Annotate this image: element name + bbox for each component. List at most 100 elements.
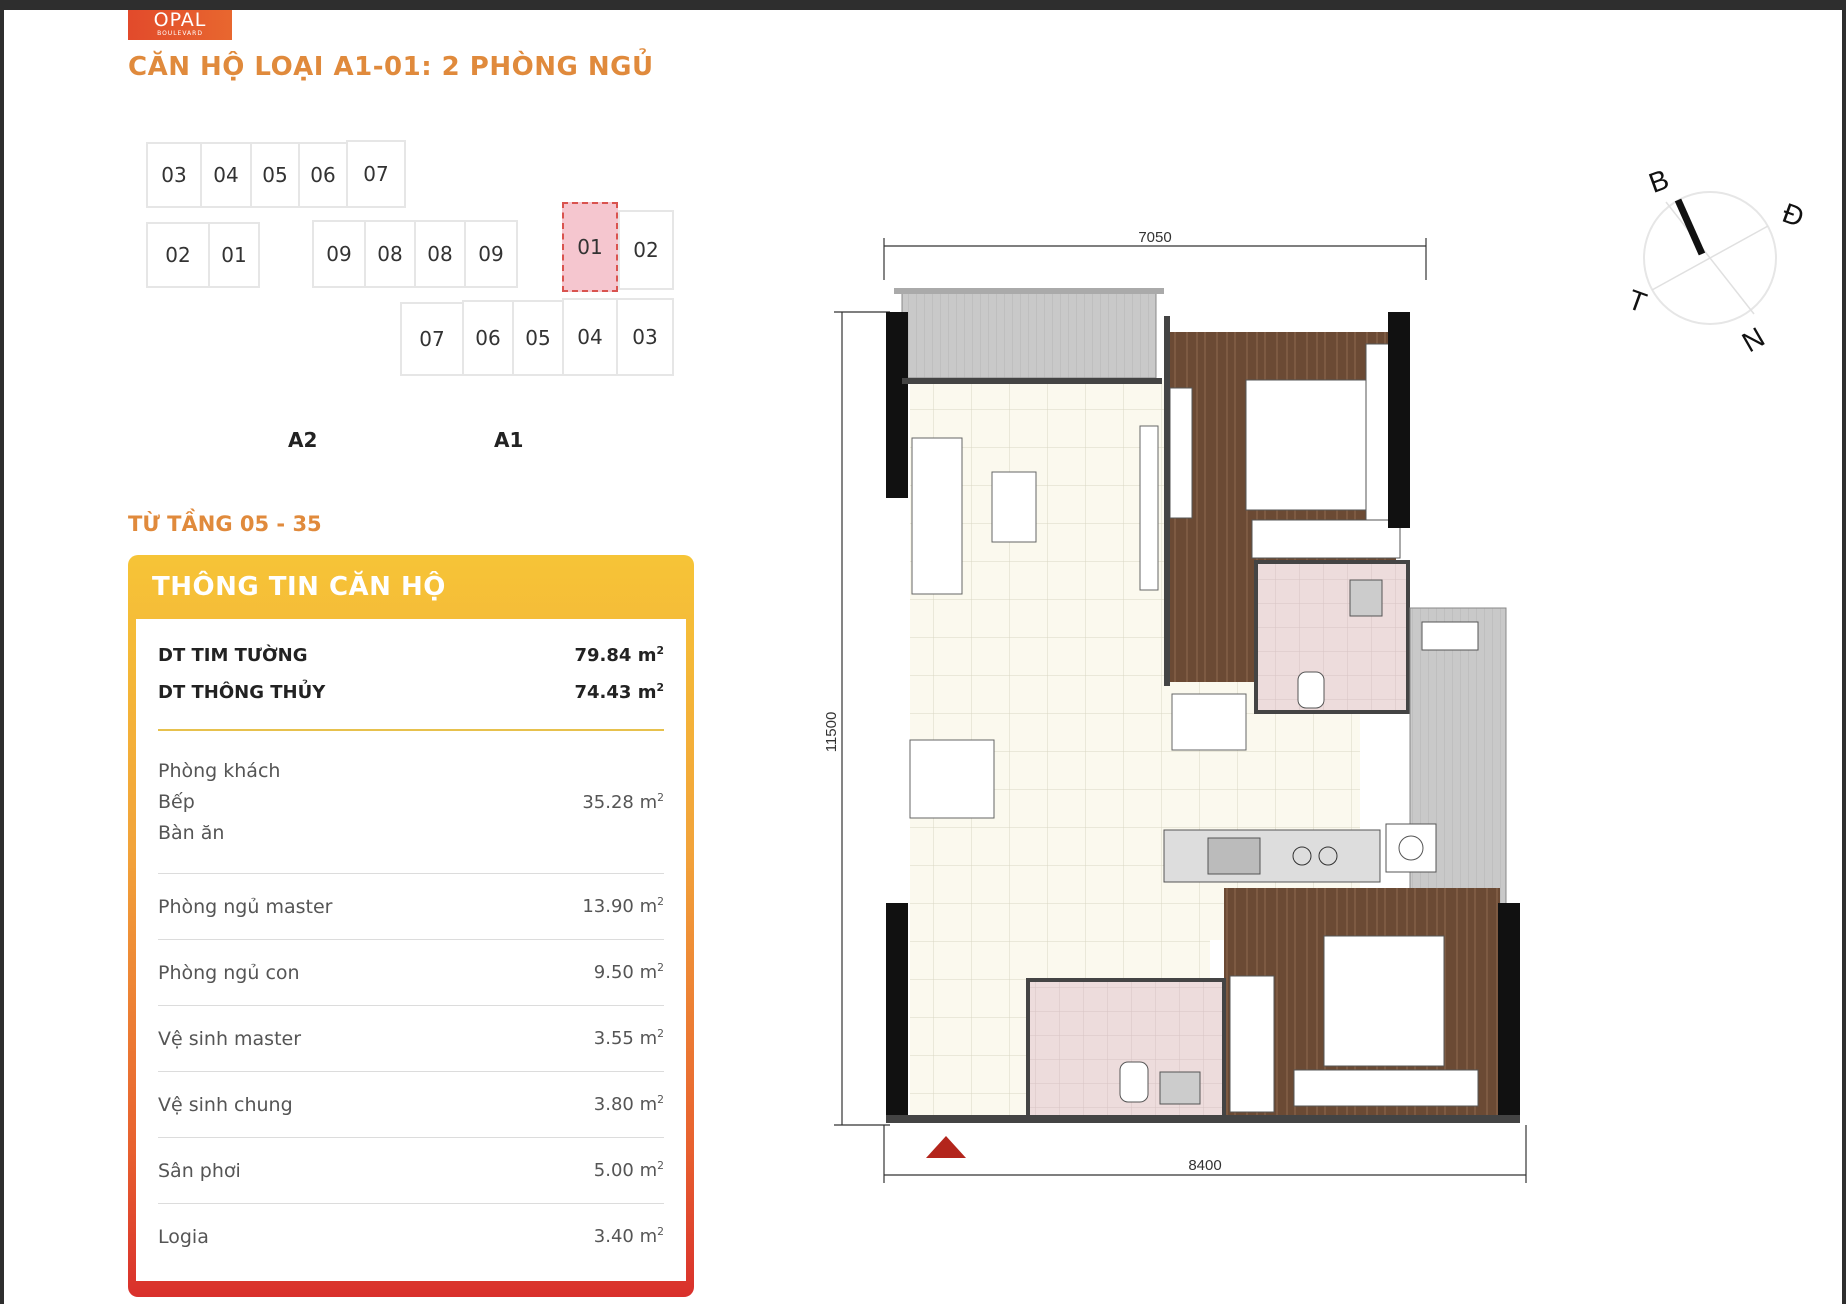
- floor-range: TỪ TẦNG 05 - 35: [128, 512, 322, 536]
- left-frame-bar: [0, 0, 4, 1304]
- entrance-marker-icon: [926, 1136, 966, 1158]
- block-label-a1: A1: [494, 428, 524, 452]
- room-label: Vệ sinh chung: [158, 1093, 293, 1116]
- room-row: Vệ sinh master 3.55 m2: [158, 1006, 664, 1072]
- keyplan-unit[interactable]: 03: [146, 142, 202, 208]
- master-bathroom: [1254, 560, 1410, 714]
- wardrobe-master-icon: [1251, 519, 1401, 559]
- room-area: 5.00 m2: [593, 1159, 664, 1181]
- logia-area: [901, 291, 1157, 379]
- sink-icon: [1349, 579, 1383, 617]
- summary-label: DT TIM TƯỜNG: [158, 645, 308, 666]
- room-label: Phòng ngủ con: [158, 961, 300, 984]
- room-area: 9.50 m2: [593, 961, 664, 983]
- wardrobe-icon: [1169, 387, 1193, 519]
- keyplan-unit[interactable]: 05: [250, 142, 300, 208]
- master-bed-icon: [1245, 379, 1375, 511]
- keyplan-unit[interactable]: 01: [208, 222, 260, 288]
- summary-value: 74.43 m2: [574, 681, 665, 703]
- coffee-table-icon: [991, 471, 1037, 543]
- keyplan-unit[interactable]: 08: [414, 220, 466, 288]
- wardrobe-second-icon: [1229, 975, 1275, 1113]
- washer-icon: [1385, 823, 1437, 873]
- floor-plan: 7050 11500 8400: [823, 229, 1527, 1183]
- wall-segment: [886, 903, 908, 1118]
- panel-header: THÔNG TIN CĂN HỘ: [152, 572, 446, 602]
- fridge-icon: [1171, 693, 1247, 751]
- summary-value: 79.84 m2: [574, 644, 665, 666]
- logo-subtext: BOULEVARD: [157, 30, 203, 37]
- kitchen-sink-icon: [1207, 837, 1261, 875]
- keyplan-unit[interactable]: 02: [618, 210, 674, 290]
- brand-logo: OPAL BOULEVARD: [128, 10, 232, 40]
- top-frame-bar: [0, 0, 1846, 10]
- room-area: 3.80 m2: [593, 1093, 664, 1115]
- wall-segment: [1388, 312, 1410, 528]
- summary-row: DT THÔNG THỦY 74.43 m2: [158, 666, 664, 703]
- dimension-left-label: 11500: [823, 712, 840, 753]
- keyplan-unit[interactable]: 09: [312, 220, 366, 288]
- compass-north-label: B: [1645, 163, 1673, 199]
- compass-west-label: T: [1624, 284, 1651, 319]
- keyplan-unit[interactable]: 05: [512, 300, 564, 376]
- sink-icon: [1159, 1071, 1201, 1105]
- room-area: 3.40 m2: [593, 1225, 664, 1247]
- dimension-left: [834, 311, 890, 1126]
- keyplan-unit[interactable]: 03: [616, 298, 674, 376]
- keyplan-unit[interactable]: 04: [562, 298, 618, 376]
- block-label-a2: A2: [288, 428, 318, 452]
- sofa-icon: [911, 437, 963, 595]
- room-row: Phòng ngủ master 13.90 m2: [158, 874, 664, 940]
- room-label: Phòng khách: [158, 759, 281, 782]
- wall-segment: [902, 378, 1162, 384]
- dimension-top-label: 7050: [1138, 229, 1171, 246]
- room-label: Vệ sinh master: [158, 1027, 302, 1050]
- building-keyplan: 03 04 05 06 07 02 01 09 08 08 09 01 02 0…: [136, 130, 696, 452]
- room-label: Logia: [158, 1225, 209, 1248]
- second-bed-icon: [1323, 935, 1445, 1067]
- wall-segment: [886, 1115, 1520, 1123]
- compass: B Đ T N: [1624, 163, 1808, 358]
- dining-table-icon: [909, 739, 995, 819]
- room-area: 3.55 m2: [593, 1027, 664, 1049]
- room-label: Sân phơi: [158, 1159, 241, 1182]
- summary-label: DT THÔNG THỦY: [158, 682, 326, 703]
- room-label: Bàn ăn: [158, 821, 225, 844]
- room-row: Phòng ngủ con 9.50 m2: [158, 940, 664, 1006]
- compass-axis: [1651, 225, 1769, 291]
- room-label: Bếp: [158, 790, 195, 813]
- wall-segment: [1498, 903, 1520, 1118]
- toilet-icon: [1297, 671, 1325, 709]
- logia-railing: [894, 288, 1164, 294]
- wall-segment: [886, 312, 908, 498]
- kitchen-counter: [1163, 829, 1381, 883]
- dimension-bottom-label: 8400: [1188, 1157, 1221, 1174]
- keyplan-unit[interactable]: 07: [346, 140, 406, 208]
- keyplan-unit[interactable]: 04: [200, 142, 252, 208]
- compass-east-label: Đ: [1778, 197, 1808, 233]
- panel-body: DT TIM TƯỜNG 79.84 m2 DT THÔNG THỦY 74.4…: [136, 619, 686, 1281]
- toilet-icon: [1119, 1061, 1149, 1103]
- keyplan-unit[interactable]: 09: [464, 220, 518, 288]
- room-area: 35.28 m2: [582, 790, 664, 813]
- north-needle-icon: [1674, 198, 1706, 256]
- keyplan-unit[interactable]: 07: [400, 302, 464, 376]
- keyplan-unit[interactable]: 06: [298, 142, 348, 208]
- apartment-info-panel: THÔNG TIN CĂN HỘ DT TIM TƯỜNG 79.84 m2 D…: [128, 555, 694, 1297]
- keyplan-unit-selected[interactable]: 01: [562, 202, 618, 292]
- page-title: CĂN HỘ LOẠI A1-01: 2 PHÒNG NGỦ: [128, 52, 654, 82]
- right-frame-bar: [1842, 0, 1846, 1304]
- room-row: Sân phơi 5.00 m2: [158, 1138, 664, 1204]
- logo-text: OPAL: [153, 9, 207, 31]
- keyplan-unit[interactable]: 08: [364, 220, 416, 288]
- compass-south-label: N: [1737, 321, 1770, 358]
- ac-unit-icon: [1421, 621, 1479, 651]
- room-row: Vệ sinh chung 3.80 m2: [158, 1072, 664, 1138]
- keyplan-unit[interactable]: 06: [462, 300, 514, 376]
- room-row-living: Phòng khách Bếp Bàn ăn 35.28 m2: [158, 731, 664, 874]
- second-bed-pillows: [1293, 1069, 1479, 1107]
- dimension-bottom: [883, 1125, 1527, 1183]
- summary-row: DT TIM TƯỜNG 79.84 m2: [158, 619, 664, 666]
- room-area: 13.90 m2: [582, 895, 664, 917]
- keyplan-unit[interactable]: 02: [146, 222, 210, 288]
